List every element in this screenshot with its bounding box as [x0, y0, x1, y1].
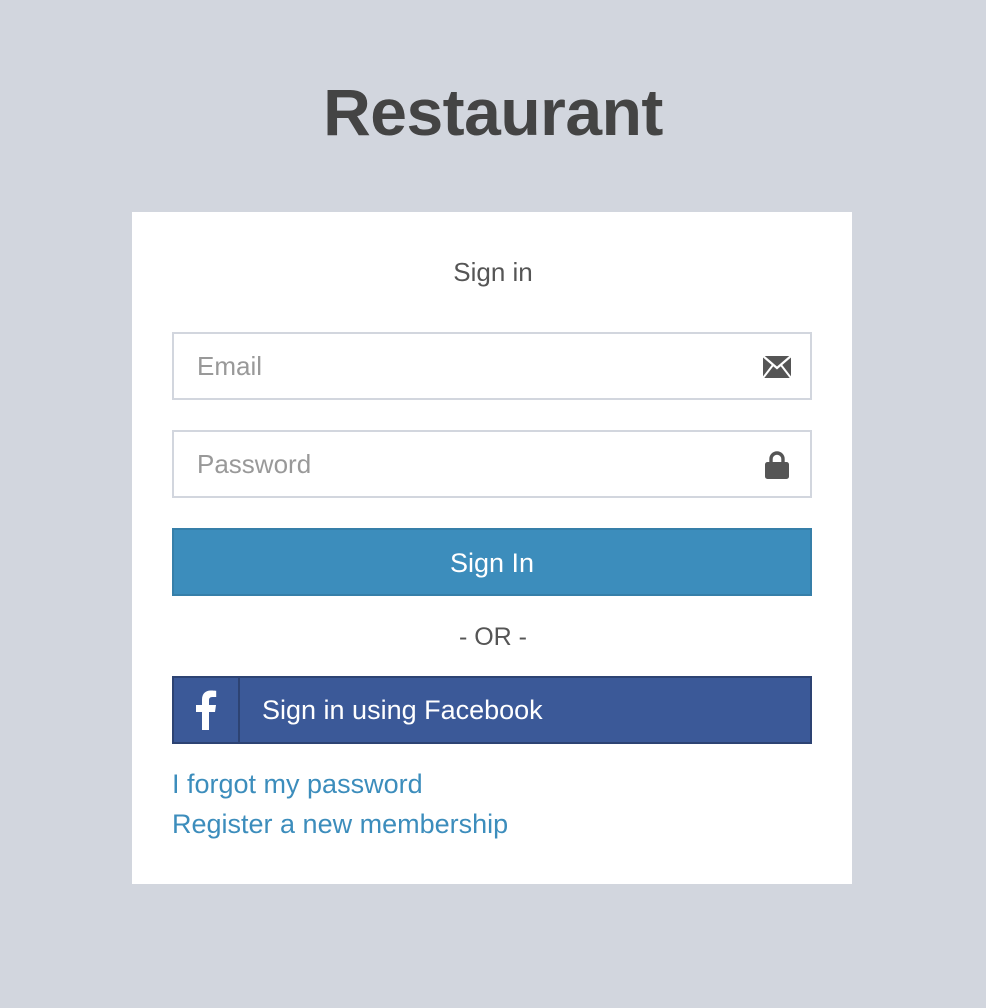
envelope-icon: [762, 352, 792, 382]
lock-icon: [762, 450, 792, 480]
facebook-button-label: Sign in using Facebook: [262, 695, 543, 725]
email-field-group: [172, 332, 812, 400]
register-link[interactable]: Register a new membership: [172, 806, 508, 842]
sign-in-button[interactable]: Sign In: [172, 528, 812, 596]
password-field-group: [172, 430, 812, 498]
app-title: Restaurant: [323, 75, 663, 149]
login-page: Restaurant Sign in Sign In - OR -: [0, 0, 986, 1008]
or-divider: - OR -: [458, 623, 528, 651]
facebook-icon: [174, 678, 240, 742]
login-heading: Sign in: [453, 257, 533, 287]
facebook-sign-in-button[interactable]: Sign in using Facebook: [172, 676, 812, 744]
forgot-password-link[interactable]: I forgot my password: [172, 766, 423, 802]
email-input[interactable]: [174, 334, 734, 398]
password-input[interactable]: [174, 432, 734, 496]
